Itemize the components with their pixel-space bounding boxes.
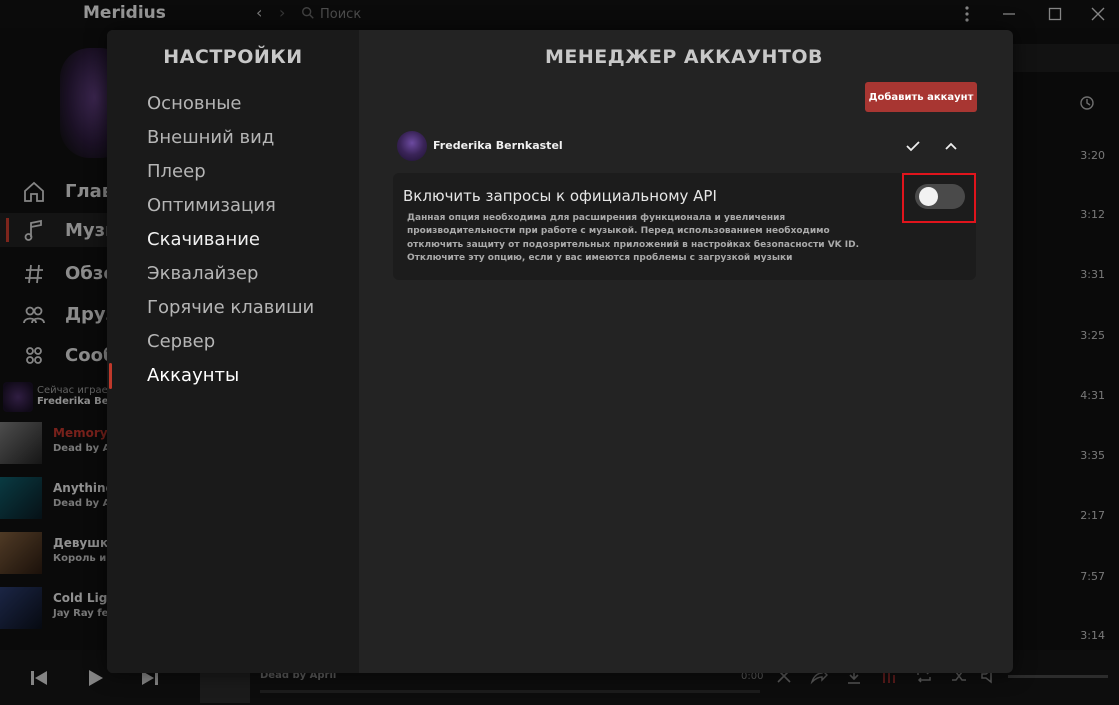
settings-item-general[interactable]: Основные — [147, 93, 242, 119]
page-title: МЕНЕДЖЕР АККАУНТОВ — [544, 46, 824, 68]
settings-sidebar: НАСТРОЙКИ Основные Внешний вид Плеер Опт… — [107, 30, 359, 673]
settings-item-player[interactable]: Плеер — [147, 161, 206, 187]
api-option-card: Включить запросы к официальному API Данн… — [393, 173, 976, 280]
settings-item-server[interactable]: Сервер — [147, 331, 215, 357]
settings-item-equalizer[interactable]: Эквалайзер — [147, 263, 258, 289]
account-row[interactable]: Frederika Bernkastel — [395, 129, 975, 163]
chevron-up-icon[interactable] — [943, 138, 959, 154]
settings-item-appearance[interactable]: Внешний вид — [147, 127, 274, 153]
account-name: Frederika Bernkastel — [433, 139, 563, 152]
account-manager-panel: МЕНЕДЖЕР АККАУНТОВ Добавить аккаунт Fred… — [359, 30, 1013, 673]
check-icon[interactable] — [905, 138, 921, 154]
avatar — [397, 131, 427, 161]
selected-indicator — [109, 363, 112, 389]
add-account-button[interactable]: Добавить аккаунт — [865, 82, 977, 112]
api-option-description: Данная опция необходима для расширения ф… — [407, 213, 860, 263]
api-toggle[interactable] — [915, 184, 965, 209]
settings-title: НАСТРОЙКИ — [163, 46, 303, 68]
settings-item-accounts[interactable]: Аккаунты — [147, 365, 239, 391]
settings-modal: НАСТРОЙКИ Основные Внешний вид Плеер Опт… — [107, 30, 1013, 673]
settings-item-download[interactable]: Скачивание — [147, 229, 260, 255]
settings-item-optimization[interactable]: Оптимизация — [147, 195, 276, 221]
api-option-title: Включить запросы к официальному API — [403, 187, 717, 205]
toggle-knob — [919, 187, 938, 206]
settings-item-hotkeys[interactable]: Горячие клавиши — [147, 297, 314, 323]
